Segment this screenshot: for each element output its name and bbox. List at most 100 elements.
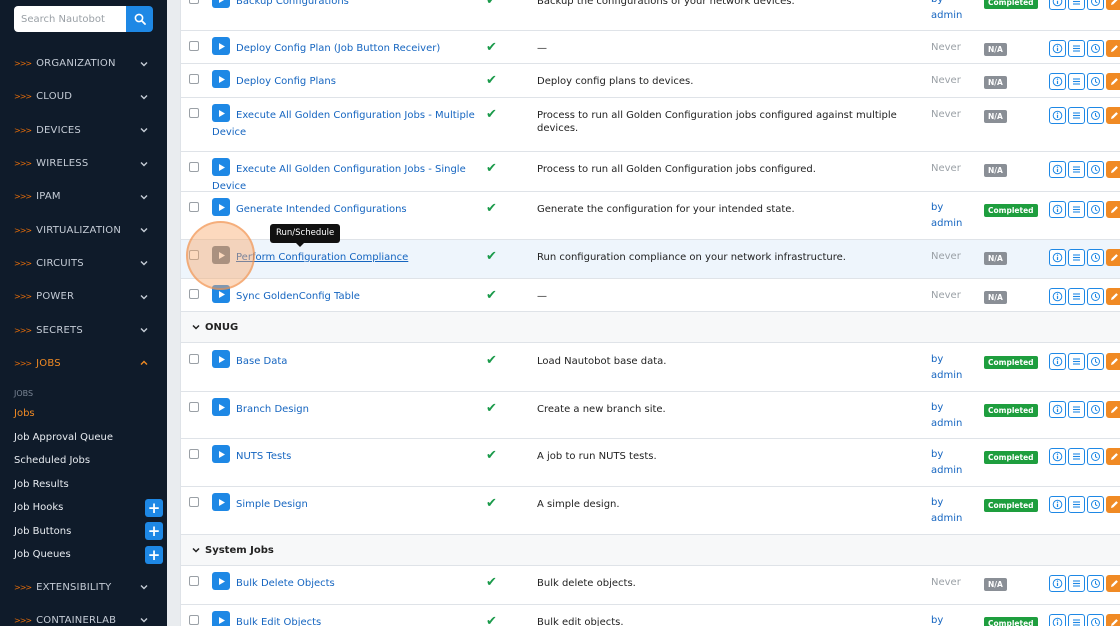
job-name-link[interactable]: Execute All Golden Configuration Jobs - …	[212, 161, 480, 195]
row-checkbox[interactable]	[189, 202, 199, 212]
nav-extensibility[interactable]: >>> EXTENSIBILITY	[0, 570, 167, 603]
info-button[interactable]	[1049, 0, 1066, 10]
row-checkbox[interactable]	[189, 41, 199, 51]
row-checkbox[interactable]	[189, 497, 199, 507]
history-button[interactable]	[1087, 614, 1104, 626]
list-button[interactable]	[1068, 448, 1085, 465]
run-schedule-button[interactable]	[212, 37, 230, 55]
job-name-link[interactable]: Deploy Config Plans	[212, 73, 480, 90]
edit-button[interactable]	[1106, 73, 1120, 90]
list-button[interactable]	[1068, 201, 1085, 218]
list-button[interactable]	[1068, 401, 1085, 418]
info-button[interactable]	[1049, 161, 1066, 178]
nav-virtualization[interactable]: >>> VIRTUALIZATION	[0, 213, 167, 246]
list-button[interactable]	[1068, 575, 1085, 592]
history-button[interactable]	[1087, 249, 1104, 266]
history-button[interactable]	[1087, 448, 1104, 465]
run-schedule-button[interactable]	[212, 445, 230, 463]
list-button[interactable]	[1068, 288, 1085, 305]
edit-button[interactable]	[1106, 161, 1120, 178]
list-button[interactable]	[1068, 73, 1085, 90]
edit-button[interactable]	[1106, 614, 1120, 626]
row-checkbox[interactable]	[189, 0, 199, 4]
add-job-queue-button[interactable]: +	[145, 545, 163, 564]
nav-ipam[interactable]: >>> IPAM	[0, 180, 167, 213]
edit-button[interactable]	[1106, 40, 1120, 57]
job-name-link[interactable]: Bulk Edit Objects	[212, 614, 480, 626]
sidebar-item-scheduled-jobs[interactable]: Scheduled Jobs	[0, 449, 167, 473]
job-name-link[interactable]: Sync GoldenConfig Table	[212, 288, 480, 305]
sidebar-item-job-queues[interactable]: Job Queues +	[0, 543, 167, 567]
job-name-link[interactable]: Perform Configuration Compliance	[212, 249, 480, 266]
row-checkbox[interactable]	[189, 615, 199, 625]
info-button[interactable]	[1049, 40, 1066, 57]
edit-button[interactable]	[1106, 575, 1120, 592]
run-schedule-button[interactable]	[212, 611, 230, 626]
info-button[interactable]	[1049, 73, 1066, 90]
group-header-onug[interactable]: ONUG	[181, 312, 1120, 343]
search-button[interactable]	[126, 6, 153, 32]
info-button[interactable]	[1049, 249, 1066, 266]
list-button[interactable]	[1068, 249, 1085, 266]
sidebar-item-jobs[interactable]: Jobs	[0, 402, 167, 426]
list-button[interactable]	[1068, 496, 1085, 513]
row-checkbox[interactable]	[189, 289, 199, 299]
edit-button[interactable]	[1106, 496, 1120, 513]
list-button[interactable]	[1068, 161, 1085, 178]
list-button[interactable]	[1068, 614, 1085, 626]
nav-organization[interactable]: >>> ORGANIZATION	[0, 47, 167, 80]
run-schedule-button[interactable]	[212, 572, 230, 590]
info-button[interactable]	[1049, 353, 1066, 370]
nav-secrets[interactable]: >>> SECRETS	[0, 313, 167, 346]
job-name-link[interactable]: Base Data	[212, 353, 480, 370]
run-schedule-button[interactable]	[212, 104, 230, 122]
job-name-link[interactable]: NUTS Tests	[212, 448, 480, 465]
nav-devices[interactable]: >>> DEVICES	[0, 114, 167, 147]
sidebar-item-job-buttons[interactable]: Job Buttons +	[0, 519, 167, 543]
row-checkbox[interactable]	[189, 402, 199, 412]
job-name-link[interactable]: Bulk Delete Objects	[212, 575, 480, 592]
job-name-link[interactable]: Backup Configurations	[212, 0, 480, 10]
history-button[interactable]	[1087, 353, 1104, 370]
nav-containerlab[interactable]: >>> CONTAINERLAB	[0, 604, 167, 626]
history-button[interactable]	[1087, 40, 1104, 57]
history-button[interactable]	[1087, 161, 1104, 178]
nav-jobs[interactable]: >>> JOBS	[0, 347, 167, 380]
add-job-button-button[interactable]: +	[145, 522, 163, 541]
history-button[interactable]	[1087, 73, 1104, 90]
edit-button[interactable]	[1106, 201, 1120, 218]
run-schedule-button[interactable]	[212, 0, 230, 8]
edit-button[interactable]	[1106, 401, 1120, 418]
list-button[interactable]	[1068, 353, 1085, 370]
run-schedule-button[interactable]	[212, 350, 230, 368]
info-button[interactable]	[1049, 614, 1066, 626]
info-button[interactable]	[1049, 288, 1066, 305]
list-button[interactable]	[1068, 107, 1085, 124]
sidebar-item-job-results[interactable]: Job Results	[0, 472, 167, 496]
list-button[interactable]	[1068, 40, 1085, 57]
info-button[interactable]	[1049, 201, 1066, 218]
row-checkbox[interactable]	[189, 354, 199, 364]
nav-cloud[interactable]: >>> CLOUD	[0, 80, 167, 113]
run-schedule-button[interactable]	[212, 198, 230, 216]
job-name-link[interactable]: Generate Intended Configurations	[212, 201, 480, 218]
job-name-link[interactable]: Simple Design	[212, 496, 480, 513]
run-schedule-button[interactable]	[212, 158, 230, 176]
info-button[interactable]	[1049, 448, 1066, 465]
group-header-system-jobs[interactable]: System Jobs	[181, 535, 1120, 566]
nav-circuits[interactable]: >>> CIRCUITS	[0, 247, 167, 280]
job-name-link[interactable]: Execute All Golden Configuration Jobs - …	[212, 107, 480, 141]
edit-button[interactable]	[1106, 107, 1120, 124]
job-name-link[interactable]: Branch Design	[212, 401, 480, 418]
history-button[interactable]	[1087, 107, 1104, 124]
history-button[interactable]	[1087, 288, 1104, 305]
run-schedule-button[interactable]	[212, 493, 230, 511]
run-schedule-button[interactable]	[212, 285, 230, 303]
row-checkbox[interactable]	[189, 576, 199, 586]
sidebar-item-job-hooks[interactable]: Job Hooks +	[0, 496, 167, 520]
edit-button[interactable]	[1106, 0, 1120, 10]
edit-button[interactable]	[1106, 353, 1120, 370]
nav-power[interactable]: >>> POWER	[0, 280, 167, 313]
edit-button[interactable]	[1106, 288, 1120, 305]
row-checkbox[interactable]	[189, 74, 199, 84]
